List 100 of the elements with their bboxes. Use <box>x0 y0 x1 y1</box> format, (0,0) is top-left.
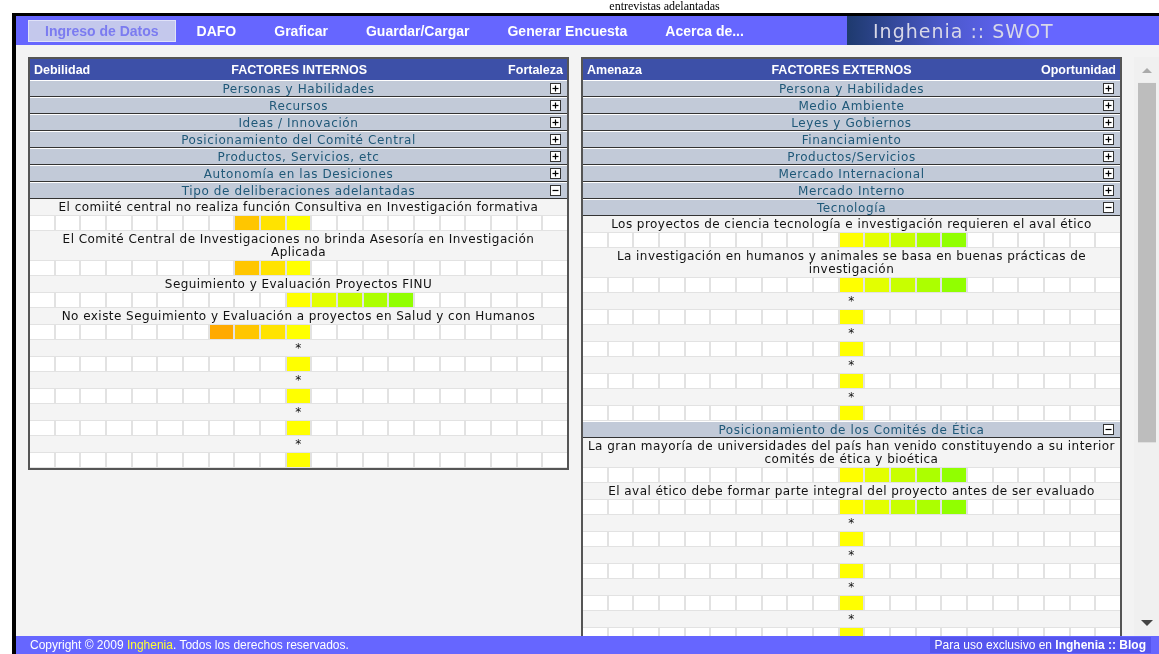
rating-cell[interactable] <box>865 564 890 578</box>
rating-cell[interactable] <box>685 342 710 356</box>
category-row[interactable]: Recursos <box>30 97 567 114</box>
rating-cell[interactable] <box>968 310 992 324</box>
rating-cell[interactable] <box>968 342 992 356</box>
rating-cell[interactable] <box>865 342 890 356</box>
rating-cell[interactable] <box>235 389 260 403</box>
rating-cell[interactable] <box>711 532 736 546</box>
rating-cell[interactable] <box>660 278 684 292</box>
rating-cell[interactable] <box>608 374 633 388</box>
rating-cell[interactable] <box>1045 278 1069 292</box>
rating-cell[interactable] <box>608 310 633 324</box>
category-row[interactable]: Medio Ambiente <box>583 97 1120 114</box>
category-row[interactable]: Tipo de deliberaciones adelantadas <box>30 182 567 199</box>
rating-cell[interactable] <box>891 532 915 546</box>
rating-cell[interactable] <box>1019 406 1044 420</box>
rating-cell[interactable] <box>338 453 362 467</box>
rating-cell[interactable] <box>1019 233 1044 247</box>
rating-cell[interactable] <box>81 357 105 371</box>
rating-cell[interactable] <box>737 500 761 514</box>
rating-cell[interactable] <box>634 278 658 292</box>
rating-cell[interactable] <box>788 406 813 420</box>
rating-cell[interactable] <box>634 468 658 482</box>
rating-cell[interactable] <box>1070 532 1095 546</box>
rating-cell[interactable] <box>107 293 131 307</box>
rating-cell[interactable] <box>107 325 131 339</box>
rating-cell[interactable] <box>55 293 80 307</box>
rating-cell[interactable] <box>737 374 761 388</box>
rating-cell[interactable] <box>184 261 208 275</box>
rating-cell[interactable] <box>608 278 633 292</box>
rating-cell[interactable] <box>55 325 80 339</box>
filled-rating-cell[interactable] <box>839 374 864 388</box>
rating-cell[interactable] <box>363 389 388 403</box>
rating-cell[interactable] <box>107 389 131 403</box>
rating-cell[interactable] <box>261 389 285 403</box>
rating-cell[interactable] <box>184 293 208 307</box>
rating-cell[interactable] <box>132 453 157 467</box>
rating-cell[interactable] <box>543 421 568 435</box>
rating-cell[interactable] <box>968 500 992 514</box>
rating-cell[interactable] <box>132 216 157 230</box>
rating-cell[interactable] <box>492 216 516 230</box>
rating-cell[interactable] <box>312 421 337 435</box>
rating-cell[interactable] <box>762 374 787 388</box>
rating-cell[interactable] <box>942 596 967 610</box>
rating-cell[interactable] <box>30 293 54 307</box>
rating-cell[interactable] <box>543 453 568 467</box>
rating-cell[interactable] <box>338 261 362 275</box>
rating-cell[interactable] <box>583 532 607 546</box>
rating-cell[interactable] <box>209 357 234 371</box>
rating-cell[interactable] <box>660 468 684 482</box>
rating-cell[interactable] <box>968 468 992 482</box>
rating-cell[interactable] <box>968 278 992 292</box>
rating-cell[interactable] <box>634 342 658 356</box>
rating-cell[interactable] <box>389 325 414 339</box>
rating-cell[interactable] <box>1096 278 1120 292</box>
rating-cell[interactable] <box>788 468 813 482</box>
rating-cell[interactable] <box>81 216 105 230</box>
rating-cell[interactable] <box>660 310 684 324</box>
rating-cell[interactable] <box>762 233 787 247</box>
rating-cell[interactable] <box>492 261 516 275</box>
rating-cell[interactable] <box>916 596 941 610</box>
rating-cell[interactable] <box>30 216 54 230</box>
rating-cell[interactable] <box>415 293 439 307</box>
rating-cell[interactable] <box>762 468 787 482</box>
filled-rating-cell[interactable] <box>916 500 941 514</box>
rating-cell[interactable] <box>389 453 414 467</box>
rating-cell[interactable] <box>608 406 633 420</box>
category-row[interactable]: Financiamiento <box>583 131 1120 148</box>
rating-cell[interactable] <box>993 342 1018 356</box>
filled-rating-cell[interactable] <box>865 278 890 292</box>
rating-cell[interactable] <box>1096 468 1120 482</box>
rating-cell[interactable] <box>660 596 684 610</box>
expand-icon[interactable] <box>1103 134 1114 145</box>
rating-cell[interactable] <box>492 421 516 435</box>
collapse-icon[interactable] <box>1103 424 1114 435</box>
rating-cell[interactable] <box>762 310 787 324</box>
rating-cell[interactable] <box>788 500 813 514</box>
rating-cell[interactable] <box>762 596 787 610</box>
filled-rating-cell[interactable] <box>891 233 915 247</box>
rating-cell[interactable] <box>942 564 967 578</box>
rating-cell[interactable] <box>968 596 992 610</box>
rating-cell[interactable] <box>30 421 54 435</box>
rating-cell[interactable] <box>685 468 710 482</box>
rating-cell[interactable] <box>235 453 260 467</box>
rating-cell[interactable] <box>660 532 684 546</box>
expand-icon[interactable] <box>550 83 561 94</box>
rating-cell[interactable] <box>312 453 337 467</box>
filled-rating-cell[interactable] <box>891 500 915 514</box>
filled-rating-cell[interactable] <box>363 293 388 307</box>
rating-cell[interactable] <box>55 216 80 230</box>
rating-cell[interactable] <box>1019 278 1044 292</box>
rating-cell[interactable] <box>184 325 208 339</box>
filled-rating-cell[interactable] <box>839 310 864 324</box>
rating-cell[interactable] <box>891 406 915 420</box>
rating-cell[interactable] <box>583 406 607 420</box>
rating-cell[interactable] <box>1045 564 1069 578</box>
rating-cell[interactable] <box>517 389 542 403</box>
rating-cell[interactable] <box>583 374 607 388</box>
rating-cell[interactable] <box>1045 374 1069 388</box>
rating-cell[interactable] <box>107 216 131 230</box>
